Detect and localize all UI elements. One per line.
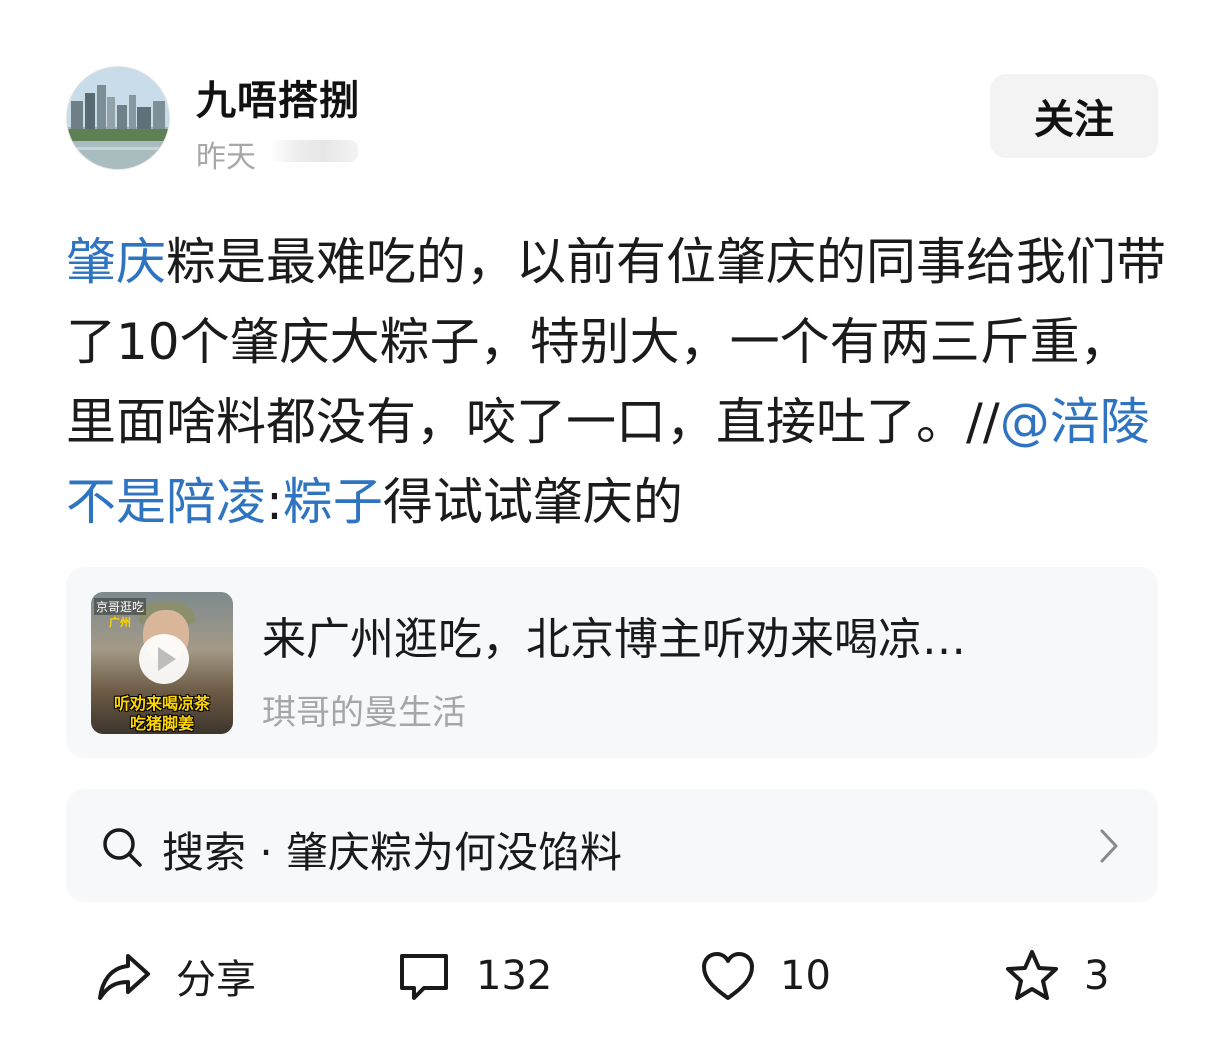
comment-button[interactable]: 132: [394, 944, 552, 1008]
favorite-count: 3: [1084, 953, 1110, 999]
topic-link[interactable]: 粽子: [283, 473, 383, 531]
video-card[interactable]: 京哥逛吃 广州 听劝来喝凉茶 吃猪脚姜 来广州逛吃，北京博主听劝来喝凉… 琪哥的…: [66, 567, 1158, 758]
related-search[interactable]: 搜索 · 肇庆粽为何没馅料: [66, 789, 1158, 902]
like-button[interactable]: 10: [698, 944, 831, 1008]
video-thumbnail[interactable]: 京哥逛吃 广州 听劝来喝凉茶 吃猪脚姜: [91, 592, 233, 734]
post-time: 昨天: [196, 140, 256, 175]
thumbnail-caption: 吃猪脚姜: [129, 714, 194, 733]
author-name[interactable]: 九唔搭捌: [196, 68, 360, 126]
star-icon: [1006, 950, 1058, 1000]
topic-link[interactable]: 肇庆: [66, 233, 166, 291]
comment-count: 132: [476, 953, 553, 999]
post-text-segment: 得试试肇庆的: [382, 473, 683, 531]
post-text-segment: :: [266, 473, 283, 531]
chevron-right-icon: [1100, 829, 1118, 863]
video-author: 琪哥的曼生活: [262, 693, 466, 733]
favorite-button[interactable]: 3: [1002, 944, 1109, 1008]
avatar[interactable]: [66, 66, 170, 170]
thumbnail-tag: 京哥逛吃: [94, 598, 147, 615]
comment-icon: [400, 954, 448, 1000]
follow-button[interactable]: 关注: [990, 74, 1158, 158]
search-query: 搜索 · 肇庆粽为何没馅料: [162, 828, 623, 877]
search-icon: [103, 828, 142, 867]
share-label: 分享: [176, 957, 256, 1003]
play-icon[interactable]: [139, 634, 189, 684]
share-button[interactable]: 分享: [94, 944, 256, 1008]
thumbnail-city: 广州: [109, 616, 131, 629]
post-text: 肇庆粽是最难吃的，以前有位肇庆的同事给我们带了10个肇庆大粽子，特别大，一个有两…: [66, 222, 1166, 542]
share-icon: [98, 954, 150, 1000]
like-count: 10: [780, 953, 831, 999]
heart-icon: [702, 952, 754, 1000]
video-title[interactable]: 来广州逛吃，北京博主听劝来喝凉…: [262, 603, 966, 667]
blurred-meta: [270, 140, 358, 162]
